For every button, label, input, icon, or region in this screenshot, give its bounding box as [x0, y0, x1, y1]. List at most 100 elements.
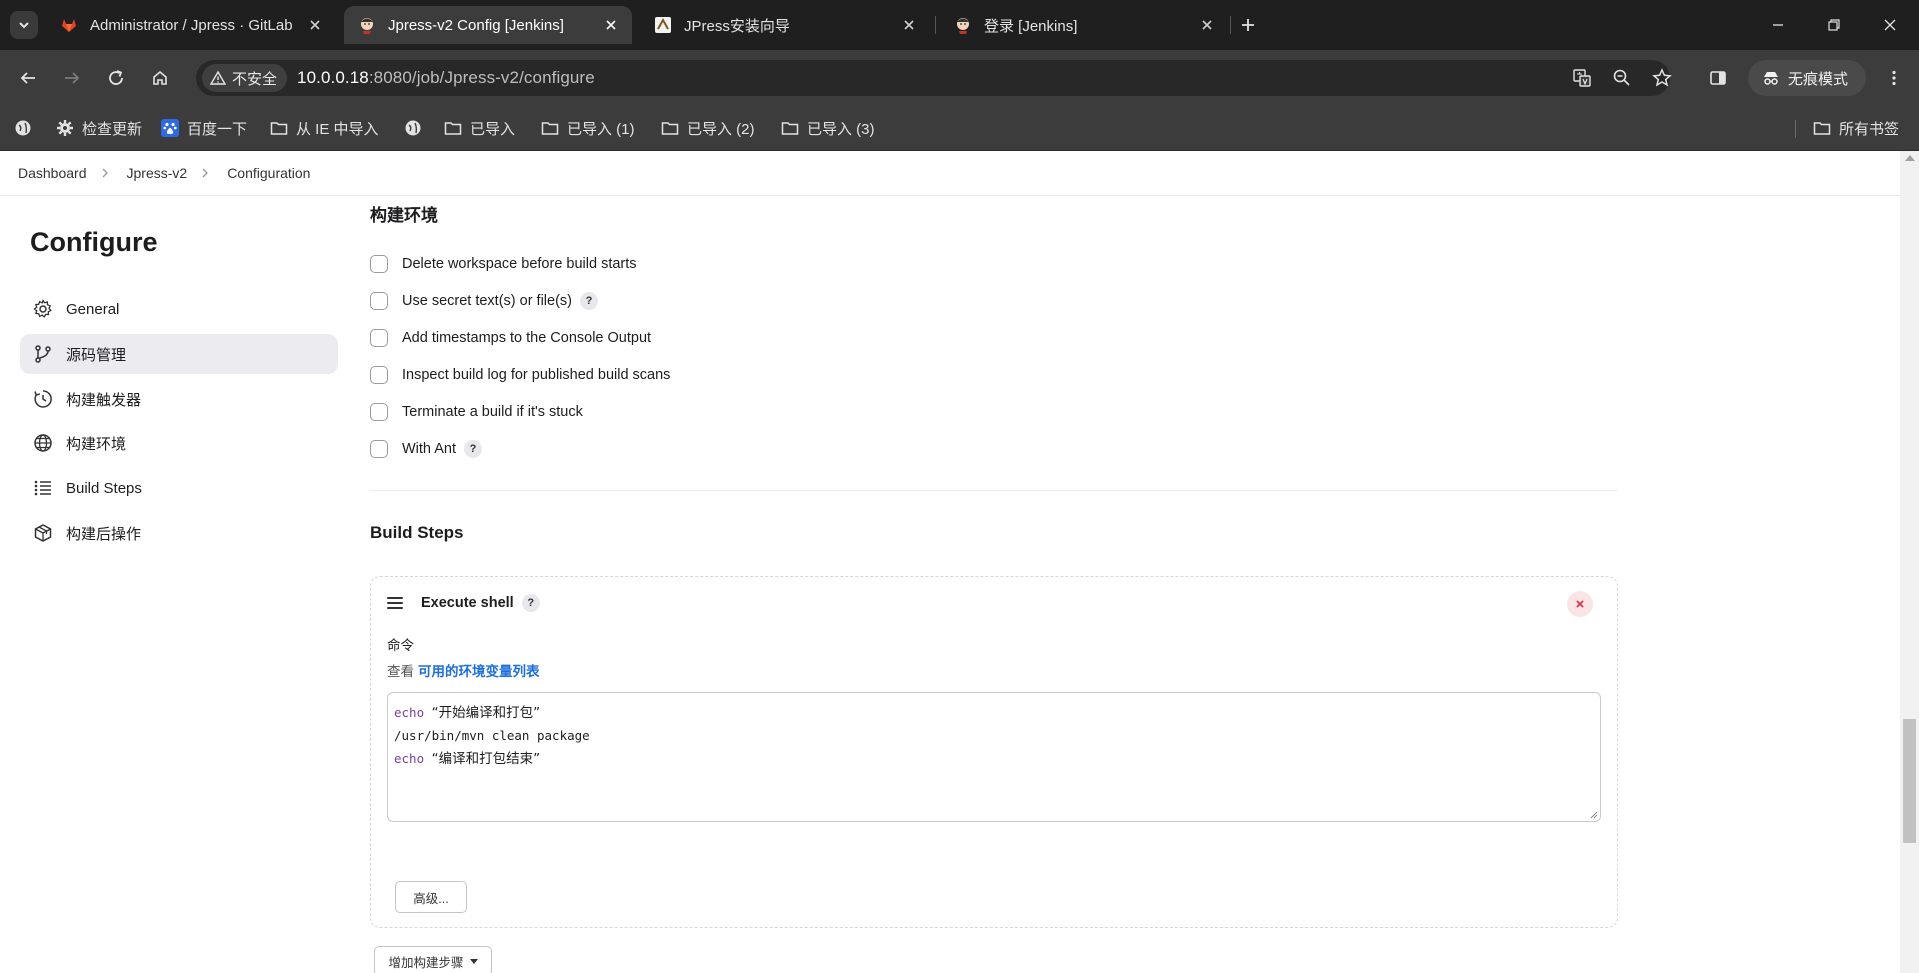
section-title-build-steps: Build Steps — [370, 523, 464, 542]
sidebar-item-label: 构建触发器 — [66, 391, 142, 409]
bookmark-import-ie[interactable]: 从 IE 中导入 — [270, 117, 379, 139]
bookmark-star-button[interactable] — [1648, 64, 1676, 92]
checkbox[interactable] — [370, 366, 388, 384]
sidebar-item-build-environment[interactable]: 构建环境 — [20, 423, 338, 463]
option-secret-text[interactable]: Use secret text(s) or file(s) ? — [370, 289, 598, 313]
list-icon — [34, 480, 51, 496]
close-window-button[interactable] — [1878, 13, 1902, 37]
breadcrumb-dashboard[interactable]: Dashboard — [18, 165, 87, 181]
build-step-title: Execute shell — [421, 595, 514, 611]
all-bookmarks-button[interactable]: 所有书签 — [1813, 117, 1899, 139]
restore-button[interactable] — [1822, 13, 1846, 37]
sidebar-item-label: 构建后操作 — [66, 525, 142, 543]
bookmark-imported-2[interactable]: 已导入 (2) — [661, 117, 755, 139]
option-label: Use secret text(s) or file(s) — [402, 293, 572, 309]
bookmark-check-update[interactable]: 检查更新 — [56, 117, 142, 139]
help-icon[interactable]: ? — [580, 292, 598, 310]
close-icon[interactable] — [602, 16, 620, 34]
new-tab-button[interactable] — [1236, 13, 1260, 37]
url-host: 10.0.0.18 — [297, 68, 369, 87]
scroll-up-arrow-icon[interactable] — [1905, 155, 1915, 161]
tab-jenkins-login[interactable]: 登录 [Jenkins] — [940, 6, 1228, 44]
close-icon[interactable] — [1198, 16, 1216, 34]
incognito-icon — [1764, 72, 1778, 85]
option-timestamps[interactable]: Add timestamps to the Console Output — [370, 326, 651, 350]
option-delete-workspace[interactable]: Delete workspace before build starts — [370, 252, 637, 276]
bookmark-label: 所有书签 — [1839, 120, 1900, 138]
sidebar-item-build-triggers[interactable]: 构建触发器 — [20, 379, 338, 419]
help-icon[interactable]: ? — [464, 440, 482, 458]
bookmark-imported-1[interactable]: 已导入 (1) — [541, 117, 635, 139]
minimize-icon — [1773, 24, 1783, 26]
page-scrollbar[interactable] — [1900, 151, 1919, 973]
shell-command-textarea[interactable]: echo “开始编译和打包” /usr/bin/mvn clean packag… — [387, 692, 1601, 822]
reload-icon — [109, 70, 123, 85]
advanced-button[interactable]: 高级... — [395, 881, 467, 913]
sidebar-item-post-build[interactable]: 构建后操作 — [20, 513, 338, 553]
checkbox[interactable] — [370, 440, 388, 458]
jpress-icon — [655, 17, 671, 33]
checkbox[interactable] — [370, 329, 388, 347]
bookmark-imported-3[interactable]: 已导入 (3) — [781, 117, 875, 139]
option-with-ant[interactable]: With Ant ? — [370, 437, 482, 461]
sidebar-item-build-steps[interactable]: Build Steps — [20, 468, 338, 508]
option-build-scans[interactable]: Inspect build log for published build sc… — [370, 363, 670, 387]
sidebar-item-source-control[interactable]: 源码管理 — [20, 334, 338, 374]
sidebar-item-label: 构建环境 — [66, 435, 127, 453]
browser-menu-button[interactable] — [1880, 64, 1908, 92]
delete-step-button[interactable] — [1567, 591, 1593, 617]
bookmark-label: 已导入 (1) — [567, 120, 635, 138]
bookmark-baidu[interactable]: 百度一下 — [161, 117, 247, 139]
security-chip[interactable]: 不安全 — [202, 64, 288, 92]
address-bar[interactable]: 不安全 10.0.0.18:8080/job/Jpress-v2/configu… — [196, 60, 1672, 96]
close-icon[interactable] — [306, 16, 324, 34]
zoom-button[interactable] — [1608, 64, 1636, 92]
tab-gitlab[interactable]: Administrator / Jpress · GitLab — [46, 6, 336, 44]
close-icon — [1884, 19, 1896, 31]
checkbox[interactable] — [370, 255, 388, 273]
checkbox[interactable] — [370, 403, 388, 421]
kebab-menu-icon — [1892, 70, 1896, 86]
checkbox[interactable] — [370, 292, 388, 310]
folder-icon — [781, 122, 799, 135]
build-step-header: Execute shell ? — [387, 591, 540, 615]
help-icon[interactable]: ? — [521, 594, 540, 612]
option-label: Inspect build log for published build sc… — [402, 367, 671, 383]
incognito-profile-button[interactable]: 无痕模式 — [1748, 60, 1866, 96]
bookmark-imported[interactable]: 已导入 — [444, 117, 515, 139]
back-button[interactable] — [14, 64, 42, 92]
side-panel-button[interactable] — [1704, 64, 1732, 92]
plus-icon — [1242, 19, 1254, 31]
sidebar-item-general[interactable]: General — [20, 289, 338, 329]
jenkins-page: Dashboard Jpress-v2 Configuration Config… — [0, 151, 1919, 973]
config-form: 构建环境 Delete workspace before build start… — [370, 151, 1620, 973]
option-terminate-stuck[interactable]: Terminate a build if it's stuck — [370, 400, 583, 424]
tab-jpress-install[interactable]: JPress安装向导 — [640, 6, 930, 44]
translate-button[interactable] — [1568, 64, 1596, 92]
env-vars-link[interactable]: 可用的环境变量列表 — [418, 664, 540, 679]
tab-title: 登录 [Jenkins] — [984, 17, 1078, 35]
jenkins-icon — [361, 18, 373, 34]
home-icon — [153, 70, 167, 85]
env-vars-line: 查看 可用的环境变量列表 — [387, 660, 540, 680]
restore-icon — [1828, 19, 1840, 31]
scrollbar-thumb[interactable] — [1903, 719, 1916, 843]
bookmark-globe-2[interactable] — [404, 117, 430, 139]
forward-button[interactable] — [58, 64, 86, 92]
breadcrumb-configuration[interactable]: Configuration — [227, 165, 310, 181]
tab-jenkins-config[interactable]: Jpress-v2 Config [Jenkins] — [344, 6, 632, 44]
folder-icon — [270, 122, 288, 135]
option-label: Delete workspace before build starts — [402, 256, 637, 272]
home-button[interactable] — [146, 64, 174, 92]
breadcrumb-job[interactable]: Jpress-v2 — [127, 165, 188, 181]
bookmark-globe[interactable] — [14, 117, 40, 139]
resize-handle-icon[interactable] — [1590, 811, 1598, 819]
add-build-step-button[interactable]: 增加构建步骤 — [374, 946, 492, 973]
drag-handle-icon[interactable] — [387, 597, 405, 609]
minimize-button[interactable] — [1766, 13, 1790, 37]
tab-title: Jpress-v2 Config [Jenkins] — [388, 16, 564, 34]
sidebar-item-label: Build Steps — [66, 479, 142, 497]
tab-search-button[interactable] — [10, 11, 38, 39]
reload-button[interactable] — [102, 64, 130, 92]
close-icon[interactable] — [900, 16, 918, 34]
